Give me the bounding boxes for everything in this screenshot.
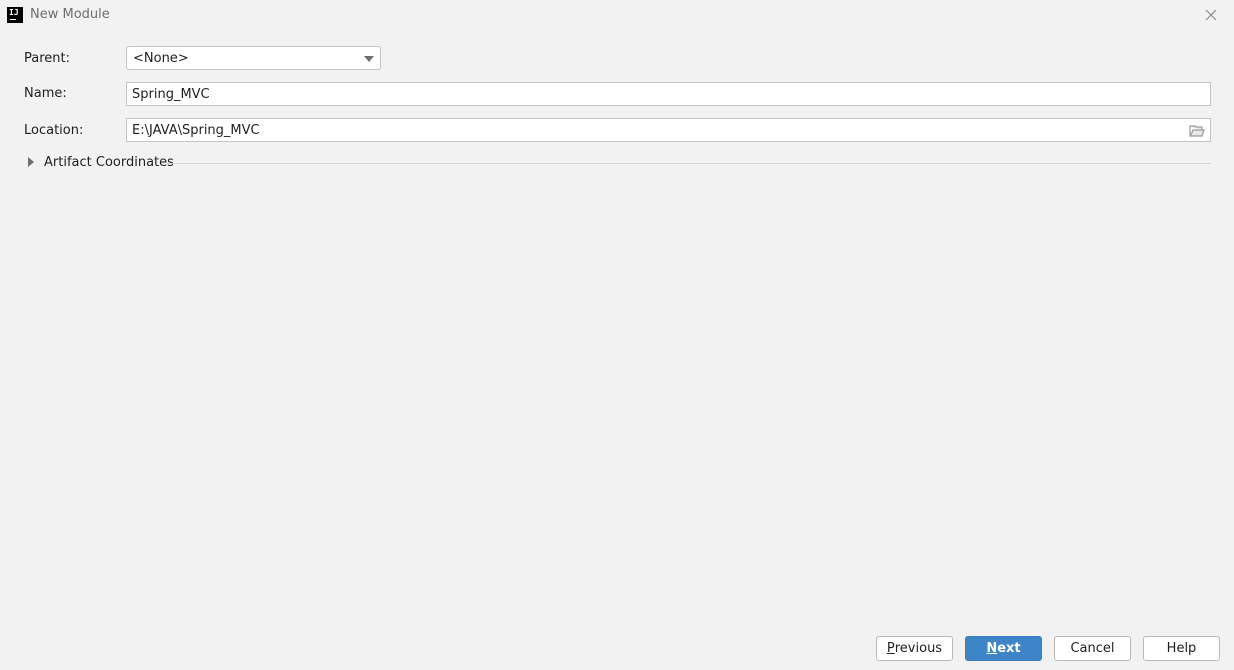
location-label: Location: <box>24 123 84 138</box>
next-label: ext <box>997 641 1021 656</box>
title-bar: IJ New Module <box>0 0 1234 30</box>
location-field-value: E:\JAVA\Spring_MVC <box>132 123 260 138</box>
artifact-coordinates-section[interactable]: Artifact Coordinates <box>28 152 1211 174</box>
parent-label: Parent: <box>24 51 70 66</box>
chevron-right-icon[interactable] <box>28 157 34 167</box>
previous-button[interactable]: Previous <box>876 636 953 661</box>
cancel-button[interactable]: Cancel <box>1054 636 1131 661</box>
name-field[interactable]: Spring_MVC <box>126 82 1211 106</box>
folder-icon[interactable] <box>1189 124 1205 138</box>
help-button[interactable]: Help <box>1143 636 1220 661</box>
next-mnemonic: N <box>986 641 998 656</box>
intellij-app-icon: IJ <box>7 7 23 23</box>
next-button[interactable]: Next <box>965 636 1042 661</box>
location-field[interactable]: E:\JAVA\Spring_MVC <box>126 118 1211 142</box>
app-icon-text: IJ <box>9 8 19 17</box>
chevron-down-icon <box>364 56 374 62</box>
name-field-value: Spring_MVC <box>132 87 210 102</box>
window-title: New Module <box>30 7 110 22</box>
section-divider <box>167 163 1211 164</box>
previous-label: revious <box>894 641 943 656</box>
parent-select[interactable]: <None> <box>126 46 381 70</box>
artifact-coordinates-label: Artifact Coordinates <box>44 155 174 170</box>
previous-mnemonic: P <box>886 641 895 656</box>
parent-select-value: <None> <box>133 51 189 66</box>
close-icon[interactable] <box>1202 6 1220 24</box>
new-module-dialog: IJ New Module Parent: <None> Name: Sprin… <box>0 0 1234 670</box>
name-label: Name: <box>24 86 67 101</box>
